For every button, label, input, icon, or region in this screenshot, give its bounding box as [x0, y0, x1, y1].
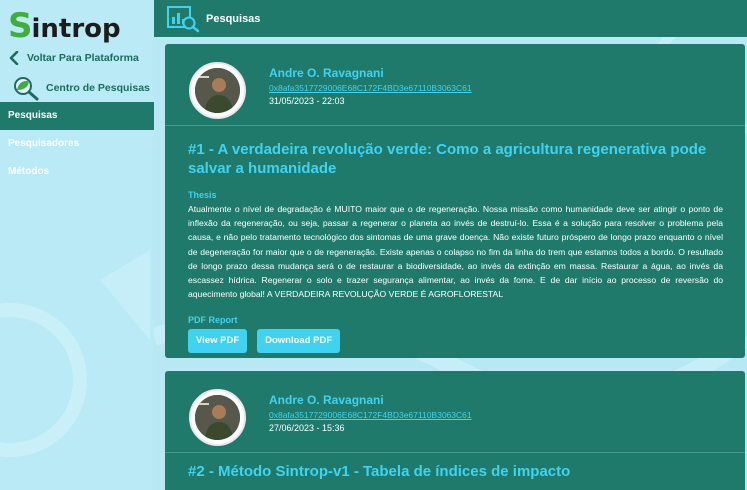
- wallet-address-link[interactable]: 0x8afa3517729006E68C172F4BD3e67110B3063C…: [269, 83, 472, 93]
- post-date: 31/05/2023 - 22:03: [269, 96, 345, 106]
- author-avatar: [189, 62, 246, 119]
- chevron-left-icon: [9, 51, 19, 65]
- logo-s: S: [8, 6, 33, 46]
- sidebar-item-metodos[interactable]: Métodos: [0, 158, 154, 186]
- thesis-text: Atualmente o nível de degradação é MUITO…: [188, 204, 723, 300]
- card-header: Andre O. Ravagnani 0x8afa3517729006E68C1…: [165, 44, 745, 126]
- back-to-platform-link[interactable]: Voltar Para Plataforma: [8, 51, 139, 65]
- avatar-photo: [195, 68, 240, 113]
- download-pdf-button[interactable]: Download PDF: [257, 329, 341, 354]
- research-title: #2 - Método Sintrop-v1 - Tabela de índic…: [188, 463, 571, 480]
- person-icon: [195, 395, 240, 440]
- research-card: Andre O. Ravagnani 0x8afa3517729006E68C1…: [165, 371, 745, 490]
- avatar-photo: [195, 395, 240, 440]
- research-leaf-icon: [14, 77, 39, 101]
- main-content: Andre O. Ravagnani 0x8afa3517729006E68C1…: [154, 37, 747, 490]
- author-name[interactable]: Andre O. Ravagnani: [269, 66, 384, 80]
- pdf-actions: View PDF Download PDF: [165, 325, 745, 354]
- pdf-report-label: PDF Report: [188, 315, 238, 326]
- sidebar-item-pesquisas[interactable]: Pesquisas: [0, 102, 154, 130]
- back-link-label: Voltar Para Plataforma: [27, 52, 139, 64]
- research-chart-icon: [167, 5, 200, 32]
- sidebar-nav: Pesquisas Pesquisadores Métodos: [0, 102, 154, 186]
- sidebar: S introp Voltar Para Plataforma Centro d…: [0, 0, 154, 490]
- research-title: #1 - A verdadeira revolução verde: Como …: [188, 141, 707, 177]
- centro-de-pesquisas-link[interactable]: Centro de Pesquisas: [10, 75, 150, 101]
- sidebar-item-pesquisadores[interactable]: Pesquisadores: [0, 130, 154, 158]
- wallet-address-link[interactable]: 0x8afa3517729006E68C172F4BD3e67110B3063C…: [269, 410, 472, 420]
- author-name[interactable]: Andre O. Ravagnani: [269, 393, 384, 407]
- view-pdf-button[interactable]: View PDF: [188, 329, 248, 354]
- logo-text: introp: [31, 14, 121, 44]
- card-header: Andre O. Ravagnani 0x8afa3517729006E68C1…: [165, 371, 745, 453]
- post-date: 27/06/2023 - 15:36: [269, 423, 345, 433]
- person-icon: [195, 68, 240, 113]
- centro-label: Centro de Pesquisas: [46, 82, 150, 94]
- research-card: Andre O. Ravagnani 0x8afa3517729006E68C1…: [165, 44, 745, 358]
- sintrop-logo[interactable]: S introp: [8, 8, 121, 44]
- top-bar: Pesquisas: [154, 0, 747, 37]
- sidebar-decoration: [0, 250, 150, 457]
- page-title: Pesquisas: [206, 12, 261, 25]
- thesis-label: Thesis: [188, 190, 217, 200]
- author-avatar: [189, 389, 246, 446]
